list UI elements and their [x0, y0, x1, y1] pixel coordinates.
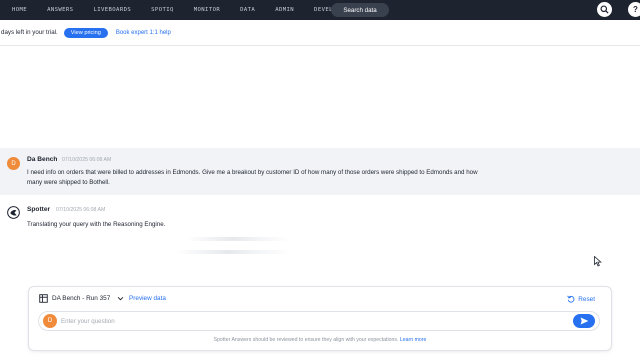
search-data-button[interactable]: Search data	[331, 3, 389, 17]
user-avatar: D	[7, 157, 20, 170]
chevron-down-icon[interactable]	[117, 295, 124, 302]
view-pricing-button[interactable]: View pricing	[63, 27, 108, 38]
top-nav: HOME ANSWERS LIVEBOARDS SPOTIQ MONITOR D…	[0, 0, 640, 20]
spotter-message: Spotter 07/10/2025 06:08 AM Translating …	[0, 198, 640, 262]
loading-skeleton-line	[176, 250, 292, 254]
nav-item-home[interactable]: HOME	[12, 7, 27, 13]
disclaimer-text: Spotter Answers should be reviewed to en…	[213, 337, 399, 343]
question-composer: DA Bench - Run 357 Preview data Reset D …	[28, 286, 612, 351]
datasource-selector[interactable]: DA Bench - Run 357	[52, 295, 110, 302]
spotter-sender-name: Spotter	[27, 206, 51, 213]
reset-icon	[567, 295, 575, 303]
nav-item-answers[interactable]: ANSWERS	[47, 7, 73, 13]
nav-item-monitor[interactable]: MONITOR	[194, 7, 220, 13]
nav-item-liveboards[interactable]: LIVEBOARDS	[93, 7, 131, 13]
nav-item-admin[interactable]: ADMIN	[275, 7, 294, 13]
user-message-text: I need info on orders that were billed t…	[27, 169, 478, 186]
preview-data-link[interactable]: Preview data	[129, 295, 166, 302]
composer-avatar: D	[43, 314, 57, 328]
spotter-status-text: Translating your query with the Reasonin…	[27, 221, 166, 228]
nav-item-data[interactable]: DATA	[240, 7, 255, 13]
spotter-logo-icon	[7, 206, 20, 219]
disclaimer: Spotter Answers should be reviewed to en…	[29, 337, 611, 343]
reset-label: Reset	[578, 295, 595, 303]
reset-button[interactable]: Reset	[567, 295, 595, 303]
user-sender-name: Da Bench	[27, 156, 58, 163]
table-icon	[39, 294, 48, 303]
mouse-cursor-icon	[594, 256, 602, 267]
trial-text: days left in your trial.	[1, 29, 58, 36]
send-button[interactable]	[573, 314, 595, 328]
trial-banner: days left in your trial. View pricing Bo…	[0, 20, 640, 46]
nav-items: HOME ANSWERS LIVEBOARDS SPOTIQ MONITOR D…	[0, 7, 360, 13]
user-timestamp: 07/10/2025 06:08 AM	[62, 157, 112, 163]
nav-item-spotiq[interactable]: SPOTIQ	[151, 7, 174, 13]
loading-skeleton-line	[186, 237, 290, 241]
search-icon[interactable]	[597, 2, 612, 17]
question-input[interactable]	[61, 315, 541, 327]
help-icon[interactable]: ?	[628, 2, 640, 17]
spotter-timestamp: 07/10/2025 06:08 AM	[56, 207, 106, 213]
learn-more-link[interactable]: Learn more	[400, 337, 427, 343]
send-icon	[580, 317, 588, 325]
book-expert-link[interactable]: Book expert 1:1 help	[116, 30, 171, 36]
user-message: D Da Bench 07/10/2025 06:08 AM I need in…	[0, 148, 640, 195]
question-input-container: D	[38, 311, 600, 331]
